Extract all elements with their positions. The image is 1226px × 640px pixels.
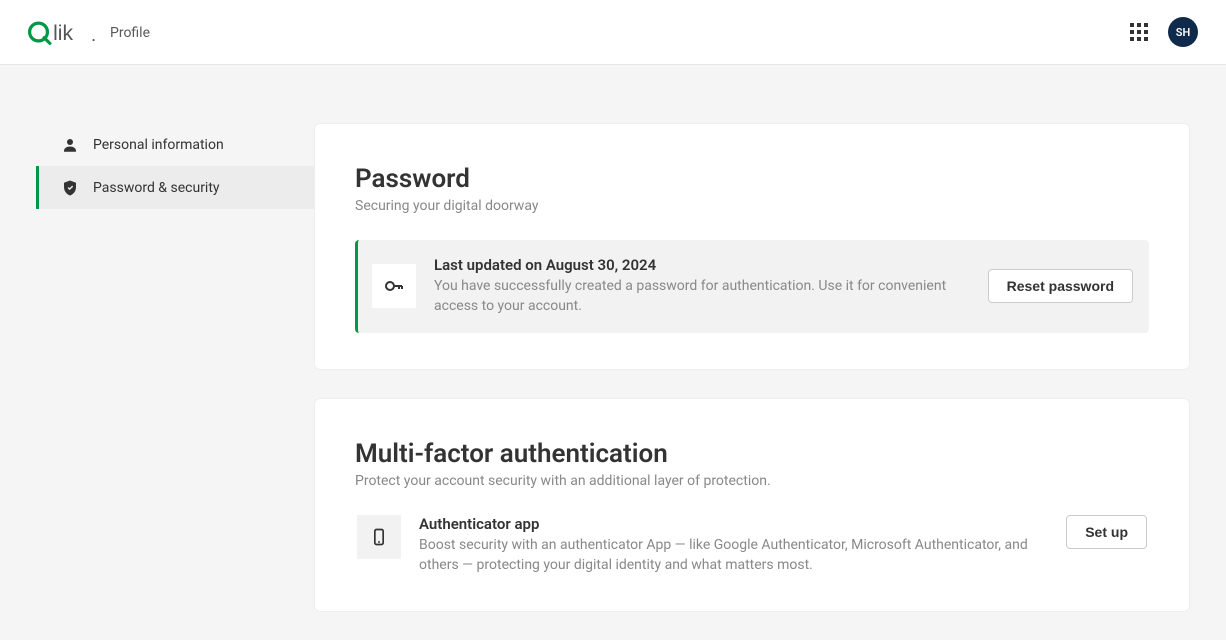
password-status-desc: You have successfully created a password… [434,276,970,317]
qlik-logo[interactable]: lik [28,18,96,46]
sidebar-item-label: Password & security [93,180,220,196]
mfa-card-title: Multi-factor authentication [355,439,1149,469]
authenticator-title: Authenticator app [419,515,1048,533]
password-status-text: Last updated on August 30, 2024 You have… [434,256,970,317]
authenticator-row: Authenticator app Boost security with an… [355,515,1149,576]
authenticator-desc: Boost security with an authenticator App… [419,535,1048,576]
person-icon [61,136,79,154]
reset-password-button[interactable]: Reset password [988,269,1133,303]
phone-icon [357,515,401,559]
sidebar-item-personal-information[interactable]: Personal information [36,123,314,166]
password-card: Password Securing your digital doorway L… [314,123,1190,370]
topbar: lik Profile SH [0,0,1226,65]
apps-grid-icon[interactable] [1130,23,1148,41]
key-icon [372,264,416,308]
password-status-row: Last updated on August 30, 2024 You have… [355,240,1149,333]
sidebar-item-password-security[interactable]: Password & security [36,166,314,209]
password-status-title: Last updated on August 30, 2024 [434,256,970,274]
shield-icon [61,179,79,197]
page-title: Profile [110,25,150,41]
setup-button[interactable]: Set up [1066,515,1147,549]
sidebar: Personal information Password & security [0,123,314,640]
mfa-card: Multi-factor authentication Protect your… [314,398,1190,613]
main: Password Securing your digital doorway L… [314,123,1226,640]
sidebar-item-label: Personal information [93,137,224,153]
password-card-title: Password [355,164,1149,194]
mfa-card-subtitle: Protect your account security with an ad… [355,473,1149,489]
content: Personal information Password & security… [0,65,1226,640]
topbar-right: SH [1130,17,1198,47]
topbar-left: lik Profile [28,18,150,46]
password-card-subtitle: Securing your digital doorway [355,198,1149,214]
avatar[interactable]: SH [1168,17,1198,47]
authenticator-text: Authenticator app Boost security with an… [419,515,1048,576]
svg-text:lik: lik [53,22,73,45]
